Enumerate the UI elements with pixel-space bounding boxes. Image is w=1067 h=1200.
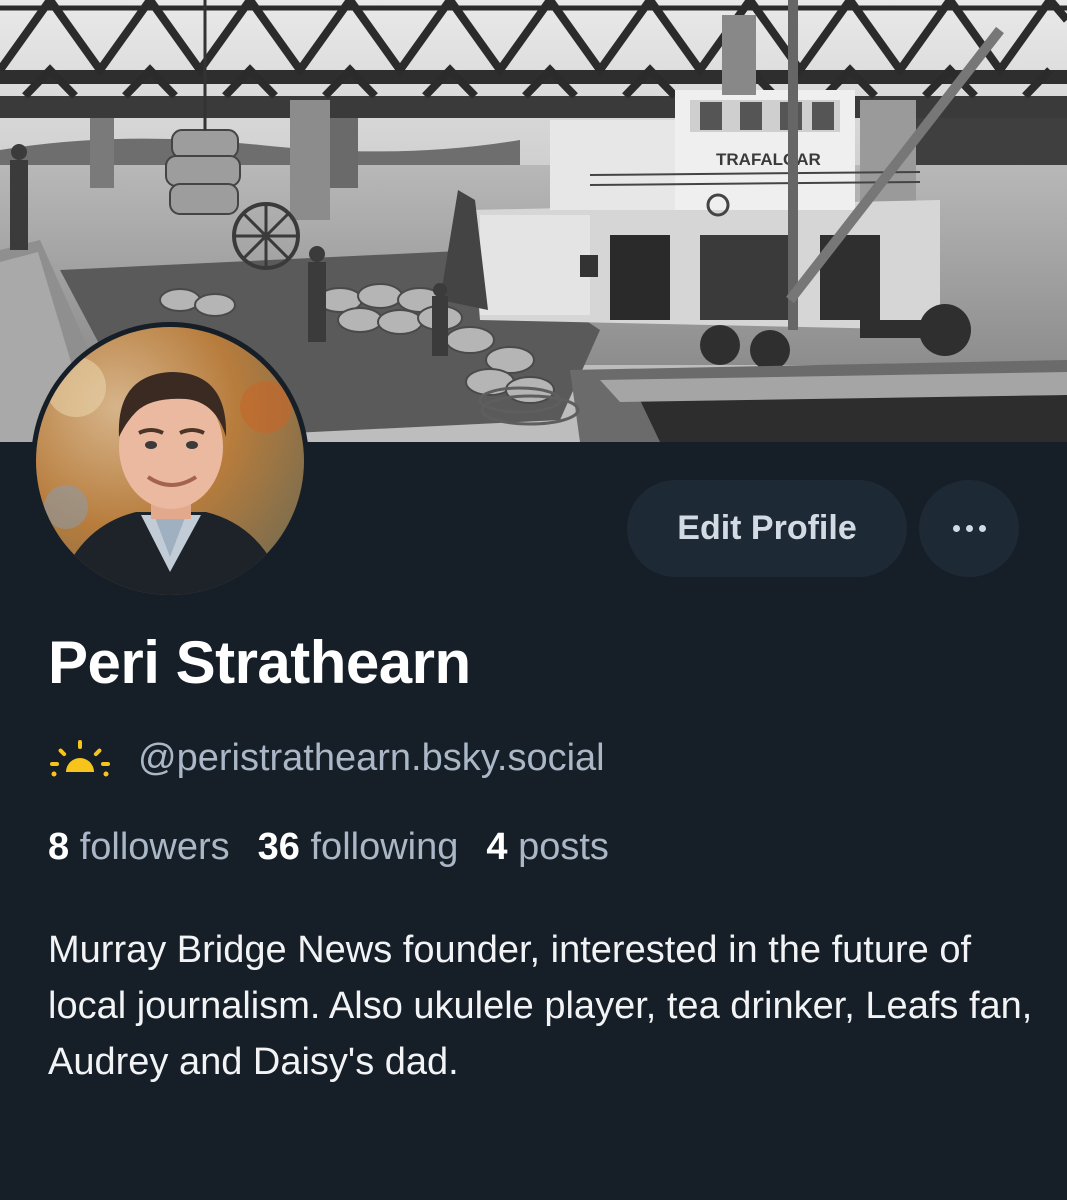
followers-stat[interactable]: 8 followers: [48, 826, 230, 869]
following-count: 36: [257, 826, 300, 868]
avatar[interactable]: [31, 322, 309, 600]
avatar-image: [36, 327, 304, 595]
following-label: following: [310, 826, 459, 868]
more-options-button[interactable]: [919, 480, 1019, 577]
posts-count: 4: [486, 826, 508, 868]
handle-row: @peristrathearn.bsky.social: [48, 734, 605, 782]
posts-stat: 4 posts: [486, 826, 609, 869]
edit-profile-button[interactable]: Edit Profile: [627, 480, 907, 577]
display-name: Peri Strathearn: [48, 629, 471, 696]
following-stat[interactable]: 36 following: [258, 826, 459, 869]
sunrise-icon: [48, 738, 120, 778]
boat-name-text: TRAFALGAR: [716, 150, 821, 169]
posts-label: posts: [518, 826, 609, 868]
profile-handle[interactable]: @peristrathearn.bsky.social: [138, 737, 605, 780]
profile-stats: 8 followers 36 following 4 posts: [48, 826, 609, 869]
profile-bio: Murray Bridge News founder, interested i…: [48, 929, 1033, 1083]
followers-count: 8: [48, 826, 70, 868]
followers-label: followers: [79, 826, 230, 868]
ellipsis-icon: [952, 525, 986, 532]
